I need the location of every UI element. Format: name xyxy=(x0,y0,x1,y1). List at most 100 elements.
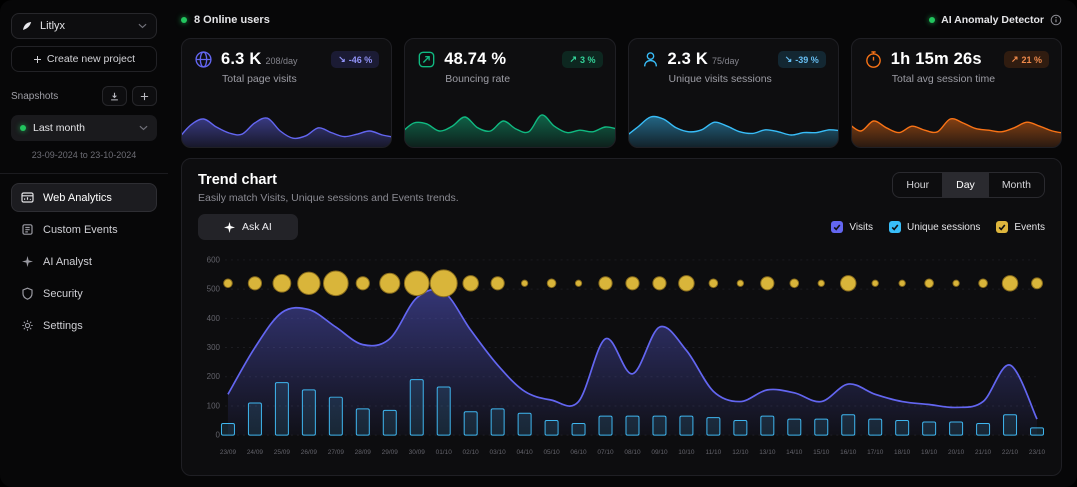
info-icon[interactable] xyxy=(1050,14,1062,26)
svg-text:400: 400 xyxy=(207,314,221,323)
svg-text:100: 100 xyxy=(207,401,221,410)
download-snapshot-button[interactable] xyxy=(102,86,127,106)
legend-item-visits[interactable]: Visits xyxy=(831,221,873,233)
svg-text:20/10: 20/10 xyxy=(948,449,965,456)
stat-label: Bouncing rate xyxy=(405,69,614,85)
svg-text:06/10: 06/10 xyxy=(570,449,587,456)
timer-icon xyxy=(864,50,883,69)
legend-item-unique-sessions[interactable]: Unique sessions xyxy=(889,221,980,233)
svg-text:200: 200 xyxy=(207,372,221,381)
sidebar-nav: Web Analytics Custom Events AI Analyst S… xyxy=(11,183,157,343)
stat-sparkline xyxy=(851,96,1062,148)
create-project-button[interactable]: Create new project xyxy=(11,46,157,72)
svg-text:500: 500 xyxy=(207,285,221,294)
trend-chart-subtitle: Easily match Visits, Unique sessions and… xyxy=(198,192,459,204)
trend-down-icon: ↘ xyxy=(338,54,346,65)
svg-text:23/09: 23/09 xyxy=(220,449,237,456)
svg-text:21/10: 21/10 xyxy=(975,449,992,456)
stat-card-bounce-rate: 48.74 % ↗ 3 % Bouncing rate xyxy=(404,38,615,148)
svg-text:08/10: 08/10 xyxy=(624,449,641,456)
shield-icon xyxy=(21,287,34,300)
svg-text:19/10: 19/10 xyxy=(921,449,938,456)
sidebar: Litlyx Create new project Snapshots Last xyxy=(0,0,168,487)
stat-badge: ↘ -46 % xyxy=(331,51,379,68)
svg-text:26/09: 26/09 xyxy=(301,449,318,456)
events-checkbox[interactable] xyxy=(996,221,1008,233)
svg-text:05/10: 05/10 xyxy=(543,449,560,456)
ai-sparkle-icon xyxy=(21,255,34,268)
svg-text:04/10: 04/10 xyxy=(516,449,533,456)
sidebar-item-security[interactable]: Security xyxy=(11,279,157,308)
legend-item-events[interactable]: Events xyxy=(996,221,1045,233)
sidebar-item-ai-analyst[interactable]: AI Analyst xyxy=(11,247,157,276)
stat-sparkline xyxy=(404,96,615,148)
project-selector[interactable]: Litlyx xyxy=(11,13,157,39)
topbar: 8 Online users AI Anomaly Detector xyxy=(181,10,1062,30)
stat-value: 1h 15m 26s xyxy=(891,50,982,69)
range-day-button[interactable]: Day xyxy=(942,173,988,197)
check-icon xyxy=(833,223,841,231)
svg-text:02/10: 02/10 xyxy=(463,449,480,456)
web-analytics-icon xyxy=(21,191,34,204)
stat-label: Total avg session time xyxy=(852,69,1061,85)
stat-badge: ↗ 3 % xyxy=(562,51,602,68)
range-hour-button[interactable]: Hour xyxy=(893,173,942,197)
svg-text:29/09: 29/09 xyxy=(382,449,399,456)
active-period-dot xyxy=(20,125,26,131)
anomaly-label: AI Anomaly Detector xyxy=(941,14,1044,26)
unique-sessions-checkbox[interactable] xyxy=(889,221,901,233)
range-button-group: Hour Day Month xyxy=(892,172,1045,198)
period-selector[interactable]: Last month xyxy=(11,115,157,141)
main-content: 8 Online users AI Anomaly Detector 6.3 K xyxy=(168,0,1077,487)
add-snapshot-button[interactable] xyxy=(132,86,157,106)
trend-up-icon: ↗ xyxy=(569,54,577,65)
sidebar-item-web-analytics[interactable]: Web Analytics xyxy=(11,183,157,212)
svg-text:0: 0 xyxy=(216,431,221,440)
anomaly-status-dot xyxy=(929,17,935,23)
check-icon xyxy=(891,223,899,231)
globe-icon xyxy=(194,50,213,69)
project-logo-icon xyxy=(21,20,33,32)
sidebar-divider xyxy=(0,173,168,174)
sidebar-item-label: Settings xyxy=(43,320,83,332)
svg-text:27/09: 27/09 xyxy=(328,449,345,456)
svg-text:03/10: 03/10 xyxy=(490,449,507,456)
svg-text:22/10: 22/10 xyxy=(1002,449,1019,456)
stat-card-unique-sessions: 2.3 K 75/day ↘ -39 % Unique visits sessi… xyxy=(628,38,839,148)
svg-text:17/10: 17/10 xyxy=(867,449,884,456)
visits-checkbox[interactable] xyxy=(831,221,843,233)
stat-badge: ↗ 21 % xyxy=(1004,51,1049,68)
svg-text:11/10: 11/10 xyxy=(706,449,722,456)
svg-text:07/10: 07/10 xyxy=(597,449,614,456)
plus-icon xyxy=(139,91,150,102)
stat-value: 6.3 K xyxy=(221,50,261,69)
sidebar-item-label: Security xyxy=(43,288,83,300)
chevron-down-icon xyxy=(138,23,147,29)
stat-badge: ↘ -39 % xyxy=(778,51,826,68)
gear-icon xyxy=(21,319,34,332)
svg-text:600: 600 xyxy=(207,255,221,264)
trend-chart: 010020030040050060023/0924/0925/0926/092… xyxy=(198,246,1045,469)
user-icon xyxy=(641,50,660,69)
svg-text:28/09: 28/09 xyxy=(355,449,372,456)
ask-ai-button[interactable]: Ask AI xyxy=(198,214,298,240)
stat-sparkline xyxy=(628,96,839,148)
svg-text:30/09: 30/09 xyxy=(409,449,426,456)
svg-text:10/10: 10/10 xyxy=(678,449,695,456)
svg-text:23/10: 23/10 xyxy=(1029,449,1045,456)
range-month-button[interactable]: Month xyxy=(988,173,1044,197)
snapshots-label: Snapshots xyxy=(11,91,58,102)
trend-down-icon: ↘ xyxy=(785,54,793,65)
project-name: Litlyx xyxy=(40,20,65,32)
online-dot xyxy=(181,17,187,23)
check-icon xyxy=(998,223,1006,231)
trend-legend: Visits Unique sessions Events xyxy=(831,221,1045,233)
stat-sparkline xyxy=(181,96,392,148)
sidebar-item-custom-events[interactable]: Custom Events xyxy=(11,215,157,244)
sidebar-item-settings[interactable]: Settings xyxy=(11,311,157,340)
plus-icon xyxy=(33,55,42,64)
sidebar-item-label: Custom Events xyxy=(43,224,118,236)
date-range-label: 23-09-2024 to 23-10-2024 xyxy=(11,150,157,160)
ai-sparkle-icon xyxy=(224,222,235,233)
online-users-label: 8 Online users xyxy=(194,14,270,26)
